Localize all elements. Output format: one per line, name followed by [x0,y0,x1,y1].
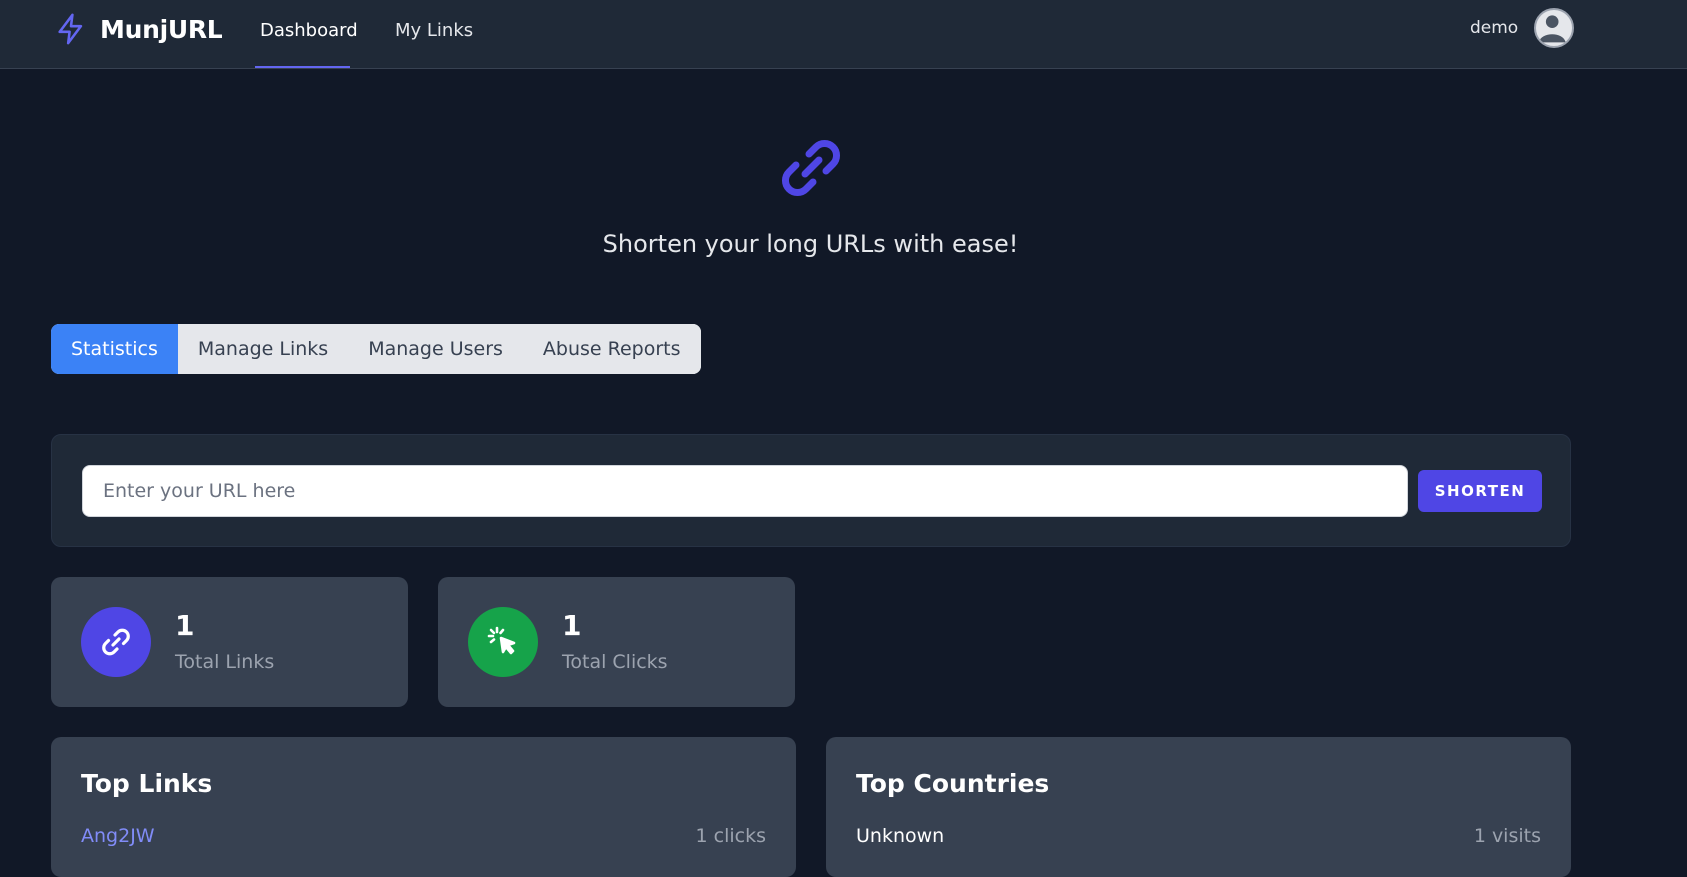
total-clicks-value: 1 [562,609,582,642]
user-menu[interactable]: demo [1470,8,1575,48]
top-link-name[interactable]: Ang2JW [81,825,155,847]
user-name: demo [1470,18,1519,38]
link-icon [775,132,847,204]
tab-manage-links[interactable]: Manage Links [177,324,349,374]
brand[interactable]: MunjURL [54,10,223,48]
shorten-button[interactable]: SHORTEN [1418,470,1542,512]
top-link-count: 1 clicks [695,825,766,847]
brand-name: MunjURL [100,14,223,44]
tab-statistics[interactable]: Statistics [51,324,178,374]
tab-manage-users[interactable]: Manage Users [348,324,523,374]
top-links-title: Top Links [81,769,213,798]
nav-my-links[interactable]: My Links [395,20,473,41]
shorten-form: SHORTEN [51,434,1571,547]
tab-abuse-reports[interactable]: Abuse Reports [522,324,701,374]
top-links-panel: Top Links Ang2JW 1 clicks [51,737,796,877]
bolt-icon [58,13,83,45]
top-country-count: 1 visits [1473,825,1541,847]
top-countries-panel: Top Countries Unknown 1 visits [826,737,1571,877]
top-country-name: Unknown [856,825,945,847]
total-clicks-label: Total Clicks [562,651,668,673]
stat-card-total-links: 1 Total Links [51,577,408,707]
total-links-value: 1 [175,609,195,642]
cursor-click-icon [468,607,538,677]
admin-tabs: Statistics Manage Links Manage Users Abu… [51,324,701,374]
nav-dashboard[interactable]: Dashboard [260,20,358,41]
top-navbar: MunjURL Dashboard My Links demo [0,0,1687,69]
url-input[interactable] [82,465,1408,517]
hero-tagline: Shorten your long URLs with ease! [602,230,1019,258]
nav-active-indicator [255,66,350,68]
stat-card-total-clicks: 1 Total Clicks [438,577,795,707]
top-countries-title: Top Countries [856,769,1050,798]
user-circle-icon[interactable] [1534,8,1575,48]
total-links-label: Total Links [175,651,275,673]
link-icon [81,607,151,677]
